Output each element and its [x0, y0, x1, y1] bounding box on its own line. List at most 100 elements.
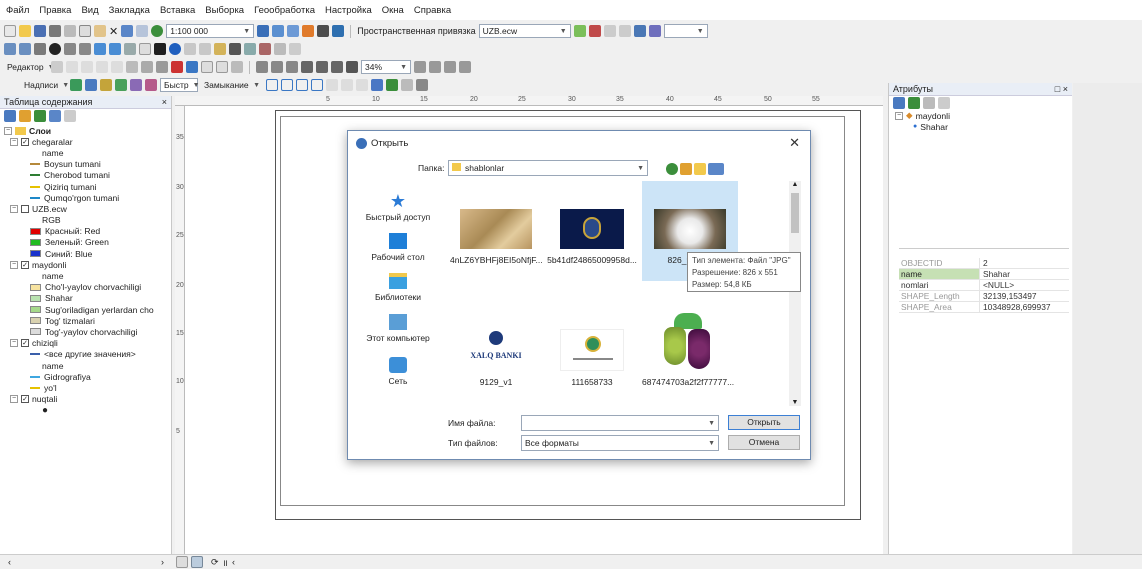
full-extent-icon[interactable]: [49, 43, 61, 55]
legend-item[interactable]: Gidrografiya: [0, 371, 171, 382]
print-icon[interactable]: [49, 25, 61, 37]
collapse-icon[interactable]: −: [10, 204, 18, 213]
filename-input[interactable]: ▼: [521, 415, 719, 431]
hyperlink-icon[interactable]: [184, 43, 196, 55]
zoom-100-icon[interactable]: [346, 61, 358, 73]
add-data-icon[interactable]: [151, 25, 164, 37]
legend-item[interactable]: Boysun tumani: [0, 159, 171, 170]
edit-vertices-icon[interactable]: [126, 61, 138, 73]
cut-icon[interactable]: [64, 25, 76, 37]
file-item[interactable]: 687474703a2f2f77777...: [642, 313, 734, 387]
fixed-zoom-out-icon[interactable]: [79, 43, 91, 55]
collapse-icon[interactable]: −: [10, 137, 18, 146]
cancel-button[interactable]: Отмена: [728, 435, 800, 450]
layout-fixed-in-icon[interactable]: [316, 61, 328, 73]
create-features-icon[interactable]: [231, 61, 243, 73]
link-table-icon[interactable]: [633, 25, 646, 37]
close-icon[interactable]: □ ×: [1055, 84, 1068, 94]
legend-item[interactable]: Shahar: [0, 293, 171, 304]
pan-icon[interactable]: [34, 43, 46, 55]
layer-chiziqli[interactable]: − ✓ chiziqli: [0, 338, 171, 349]
scroll-thumb[interactable]: [791, 193, 799, 233]
scroll-up-icon[interactable]: ▲: [789, 181, 801, 188]
menu-view[interactable]: Вид: [81, 5, 98, 16]
open-icon[interactable]: [19, 25, 31, 37]
point-snap-icon[interactable]: [266, 79, 278, 91]
legend-item[interactable]: Cho'l-yaylov chorvachiligi: [0, 282, 171, 293]
select-elements-icon[interactable]: [154, 43, 166, 55]
nav-quick-access[interactable]: ★ Быстрый доступ: [354, 192, 442, 222]
zoom-in-icon[interactable]: [4, 43, 16, 55]
scale-combo[interactable]: 1:100 000 ▼: [166, 24, 255, 38]
menu-windows[interactable]: Окна: [382, 5, 404, 16]
draw-line-icon[interactable]: [371, 79, 383, 91]
editor-menu[interactable]: Редактор▼: [4, 60, 55, 74]
legend-item[interactable]: yo'l: [0, 382, 171, 393]
save-icon[interactable]: [34, 25, 46, 37]
legend-item[interactable]: Sug'oriladigan yerlardan cho: [0, 304, 171, 315]
viewer-window-icon[interactable]: [289, 43, 301, 55]
collapse-icon[interactable]: −: [10, 260, 18, 269]
new-icon[interactable]: [4, 25, 16, 37]
legend-item[interactable]: Красный: Red: [0, 226, 171, 237]
collapse-icon[interactable]: −: [10, 339, 18, 348]
nav-this-pc[interactable]: Этот компьютер: [354, 314, 442, 343]
layer-checkbox[interactable]: ✓: [21, 339, 29, 348]
layout-zoom-in-icon[interactable]: [256, 61, 268, 73]
file-item[interactable]: 4nLZ6YBHFj8EI5oNfjF...: [450, 209, 542, 265]
attributes-icon[interactable]: [201, 61, 213, 73]
cut-polygons-icon[interactable]: [156, 61, 168, 73]
legend-item[interactable]: Qiziriq tumani: [0, 181, 171, 192]
graphics-icon[interactable]: [416, 79, 428, 91]
delete-icon[interactable]: ✕: [109, 25, 118, 38]
layout-zoom-combo[interactable]: 34% ▼: [361, 60, 411, 74]
pause-icon[interactable]: ॥: [223, 556, 228, 569]
toc-icon[interactable]: [272, 25, 285, 37]
list-by-visibility-icon[interactable]: [34, 110, 46, 122]
new-folder-icon[interactable]: [694, 163, 706, 175]
time-slider-icon[interactable]: [274, 43, 286, 55]
menu-edit[interactable]: Правка: [39, 5, 71, 16]
lock-labels-icon[interactable]: [85, 79, 97, 91]
measure-icon[interactable]: [214, 43, 226, 55]
refresh-icon[interactable]: ⟳: [211, 557, 219, 568]
toggle-draft-icon[interactable]: [414, 61, 426, 73]
legend-item[interactable]: Cherobod tumani: [0, 170, 171, 181]
redo-icon[interactable]: [136, 25, 149, 37]
sketch-props-icon[interactable]: [216, 61, 228, 73]
legend-item[interactable]: Qumqo'rgon tumani: [0, 192, 171, 203]
legend-item[interactable]: Tog'-yaylov chorvachiligi: [0, 326, 171, 337]
forward-icon[interactable]: [109, 43, 121, 55]
layer-options-icon[interactable]: [923, 97, 935, 109]
closure-menu[interactable]: Замыкание ▼: [201, 78, 263, 92]
undo-icon[interactable]: [121, 25, 134, 37]
reshape-icon[interactable]: [141, 61, 153, 73]
layout-whole-page-icon[interactable]: [301, 61, 313, 73]
attr-row[interactable]: nomlari <NULL>: [899, 280, 1069, 291]
raster-layer-combo[interactable]: UZB.ecw ▼: [478, 24, 571, 38]
layer-uzb-ecw[interactable]: − UZB.ecw: [0, 203, 171, 214]
split-icon[interactable]: [171, 61, 183, 73]
pause-labeling-icon[interactable]: [100, 79, 112, 91]
arctoolbox-icon[interactable]: [317, 25, 330, 37]
up-folder-icon[interactable]: [680, 163, 692, 175]
legend-item[interactable]: Tog' tizmalari: [0, 315, 171, 326]
clear-selection-icon[interactable]: [139, 43, 151, 55]
quick-combo[interactable]: Быстр ▼: [160, 78, 200, 92]
label-manager-icon[interactable]: [70, 79, 82, 91]
collapse-icon[interactable]: −: [10, 395, 18, 404]
labeling-menu[interactable]: Надписи ▼: [21, 78, 69, 92]
scroll-right-icon[interactable]: ›: [161, 557, 164, 567]
splitter[interactable]: [899, 248, 1069, 257]
copy-icon[interactable]: [79, 25, 91, 37]
focus-frame-icon[interactable]: [429, 61, 441, 73]
layers-group[interactable]: − Слои: [0, 125, 171, 136]
paste-icon[interactable]: [94, 25, 106, 37]
layer-maydonli[interactable]: − ✓ maydonli: [0, 259, 171, 270]
layout-view-icon[interactable]: [191, 556, 203, 568]
file-item[interactable]: 5b41df24865009958d...: [546, 209, 638, 265]
layout-fixed-out-icon[interactable]: [331, 61, 343, 73]
menu-customize[interactable]: Настройка: [325, 5, 372, 16]
goto-xy-icon[interactable]: [259, 43, 271, 55]
legend-item[interactable]: Зеленый: Green: [0, 237, 171, 248]
